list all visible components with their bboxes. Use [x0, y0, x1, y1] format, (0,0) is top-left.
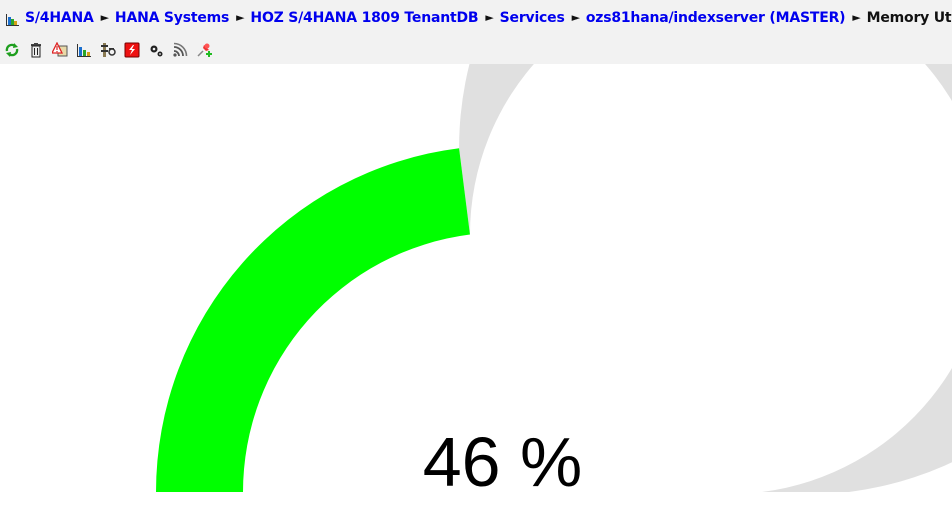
flash-icon	[124, 42, 140, 58]
breadcrumb-separator: ►	[236, 10, 245, 24]
settings-button[interactable]	[148, 42, 164, 58]
pin-button[interactable]	[196, 42, 212, 58]
breadcrumb-separator: ►	[571, 10, 580, 24]
signal-button[interactable]	[172, 42, 188, 58]
header-bar: S/4HANA ► HANA Systems ► HOZ S/4HANA 180…	[0, 0, 952, 64]
flash-button[interactable]	[124, 42, 140, 58]
breadcrumb-s4hana[interactable]: S/4HANA	[25, 10, 94, 26]
tools-icon	[101, 43, 116, 57]
breadcrumb-separator: ►	[852, 10, 861, 24]
breadcrumb-separator: ►	[100, 10, 109, 24]
breadcrumb-separator: ►	[485, 10, 494, 24]
chart-button[interactable]	[76, 42, 92, 58]
alerts-button[interactable]	[52, 42, 68, 58]
gears-icon	[150, 45, 163, 57]
gauge-value-label: 46 %	[422, 423, 583, 501]
breadcrumb-tenantdb[interactable]: HOZ S/4HANA 1809 TenantDB	[250, 10, 478, 26]
breadcrumb-services[interactable]: Services	[500, 10, 565, 26]
bar-chart-icon	[77, 44, 91, 57]
trash-icon	[31, 43, 41, 58]
refresh-icon	[5, 43, 19, 57]
breadcrumb: S/4HANA ► HANA Systems ► HOZ S/4HANA 180…	[6, 8, 952, 28]
breadcrumb-indexserver[interactable]: ozs81hana/indexserver (MASTER)	[586, 10, 846, 26]
pin-add-icon	[197, 43, 212, 57]
refresh-button[interactable]	[4, 42, 20, 58]
signal-icon	[173, 42, 188, 57]
alert-config-icon	[52, 42, 68, 57]
breadcrumb-hana-systems[interactable]: HANA Systems	[115, 10, 229, 26]
hierarchy-chart-icon	[6, 13, 19, 26]
tools-button[interactable]	[100, 42, 116, 58]
toolbar	[4, 42, 220, 58]
breadcrumb-current-page: Memory Utilization	[866, 10, 952, 26]
delete-button[interactable]	[28, 42, 44, 58]
